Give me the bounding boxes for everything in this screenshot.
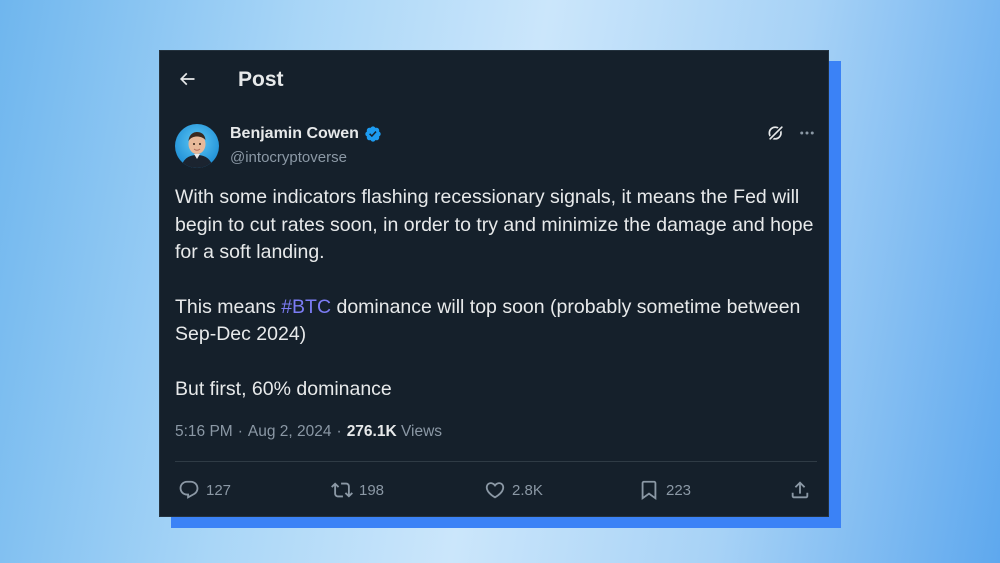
author-name[interactable]: Benjamin Cowen [230,125,359,143]
bookmark-icon [638,479,660,501]
meta-separator: · [336,423,342,440]
grok-button[interactable] [765,124,787,146]
views-count: 276.1K [346,423,397,440]
reply-count: 127 [206,481,232,499]
post-header: Post [160,51,828,109]
like-button[interactable]: 2.8K [484,476,543,504]
repost-button[interactable]: 198 [331,476,384,504]
grok-icon [766,123,786,148]
more-button[interactable] [796,124,818,146]
post-time[interactable]: 5:16 PM [175,423,233,441]
share-button[interactable] [789,476,811,504]
text-segment: This means [175,295,282,318]
more-icon [798,124,816,147]
post-paragraph: With some indicators flashing recessiona… [175,186,814,263]
bookmark-count: 223 [666,481,692,499]
like-count: 2.8K [512,481,543,499]
post-card: Post Benjamin Cowen @intocryptoverse Wit… [159,50,829,517]
post-meta: 5:16 PM · Aug 2, 2024 · 276.1K Views [175,423,442,441]
avatar[interactable] [175,124,219,168]
post-paragraph: This means #BTC dominance will top soon … [175,294,823,349]
post-paragraph: But first, 60% dominance [175,377,392,400]
views-label: Views [400,423,443,440]
author-handle[interactable]: @intocryptoverse [230,149,347,166]
back-arrow-icon [177,69,197,94]
back-button[interactable] [174,68,200,94]
hashtag-link[interactable]: #BTC [281,296,331,318]
repost-icon [331,479,353,501]
action-bar: 127 198 2.8K 223 [160,476,828,506]
share-icon [789,479,811,501]
author-name-row: Benjamin Cowen [230,125,382,143]
reply-icon [178,479,200,501]
bookmark-button[interactable]: 223 [638,476,691,504]
meta-separator: · [237,423,243,440]
page-title: Post [238,68,284,91]
like-icon [484,479,506,501]
divider [175,461,817,462]
repost-count: 198 [359,481,385,499]
post-date[interactable]: Aug 2, 2024 [248,423,332,441]
verified-icon [364,125,382,143]
reply-button[interactable]: 127 [178,476,231,504]
post-text: With some indicators flashing recessiona… [175,184,823,403]
